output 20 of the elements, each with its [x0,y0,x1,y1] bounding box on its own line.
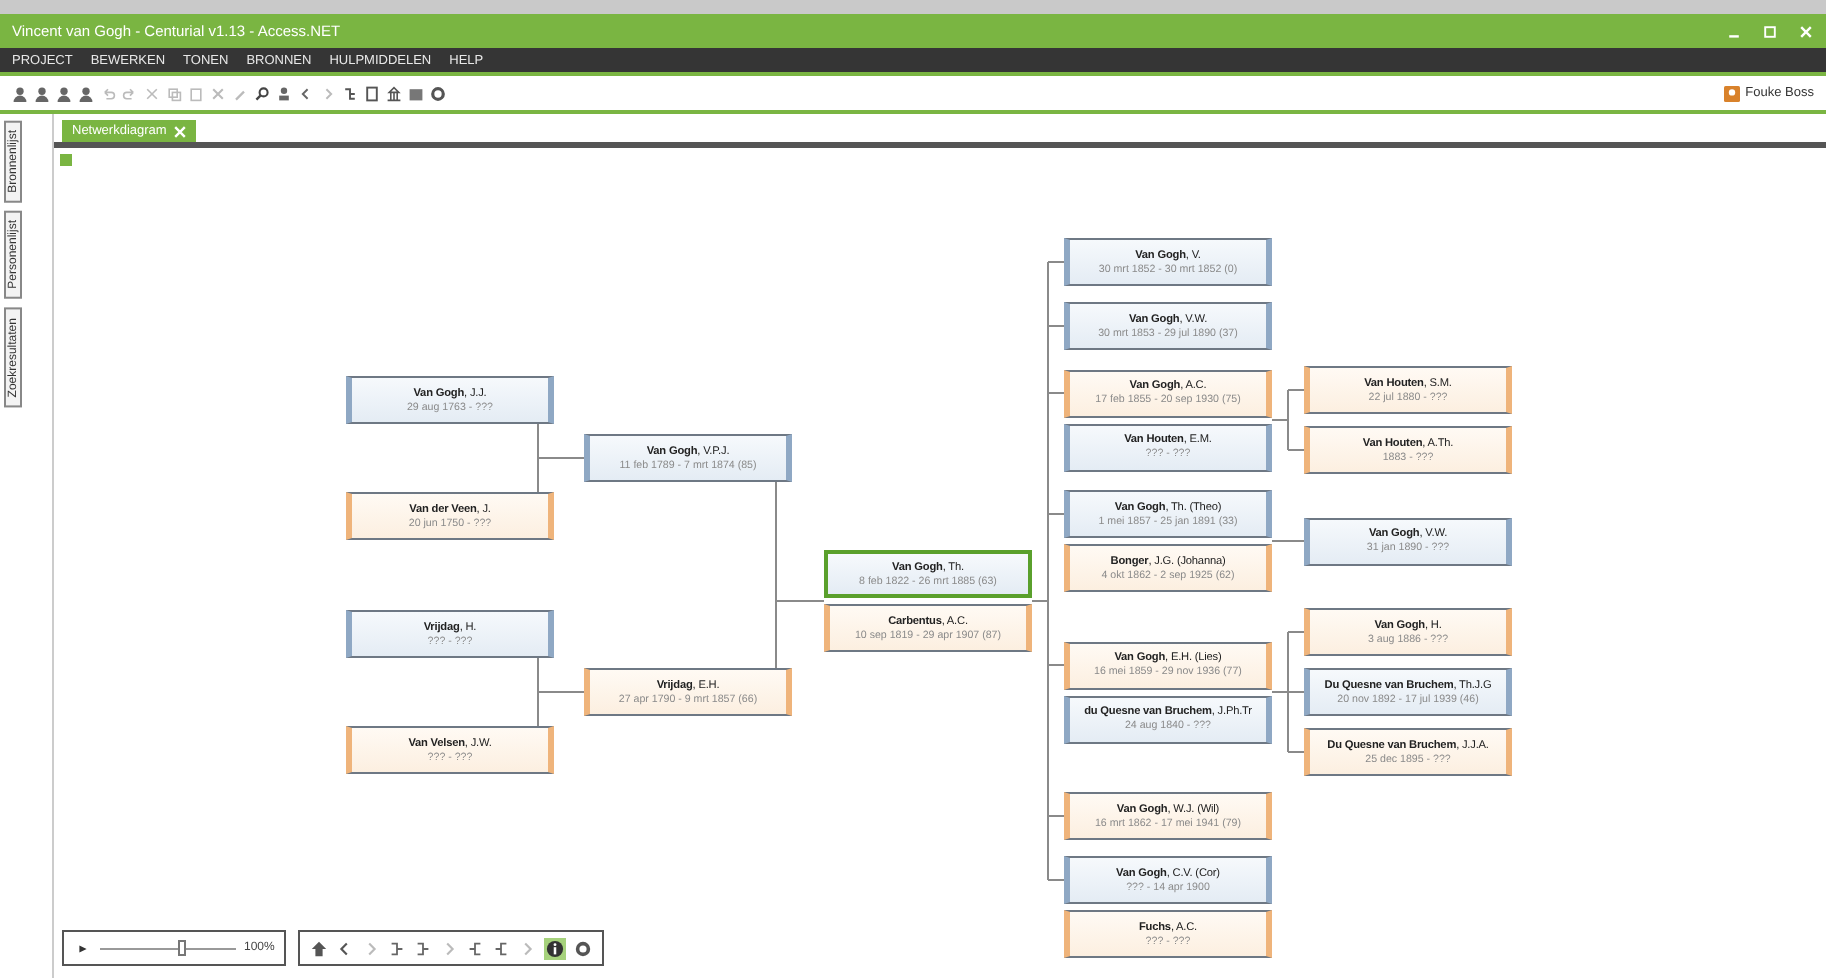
settings-icon[interactable] [574,939,593,957]
expand-descendants-icon[interactable] [466,939,485,957]
play-icon[interactable] [74,939,92,957]
building-icon[interactable] [386,85,402,101]
person-icon[interactable] [56,85,72,101]
document-icon[interactable] [364,85,380,101]
search-icon[interactable] [254,85,270,101]
info-button[interactable] [544,937,567,959]
settings-icon[interactable] [430,85,446,101]
back-icon[interactable] [298,85,314,101]
expand-ancestors-icon[interactable] [388,939,407,957]
person-icon[interactable] [12,85,28,101]
info-icon [546,939,565,957]
collapse-descendants-icon[interactable] [492,939,511,957]
corner-marker [60,154,72,166]
person-icon[interactable] [34,85,50,101]
collapse-ancestors-icon[interactable] [414,939,433,957]
slider-thumb[interactable] [177,939,186,955]
user-badge-icon[interactable] [1723,85,1740,101]
person-icon[interactable] [78,85,94,101]
